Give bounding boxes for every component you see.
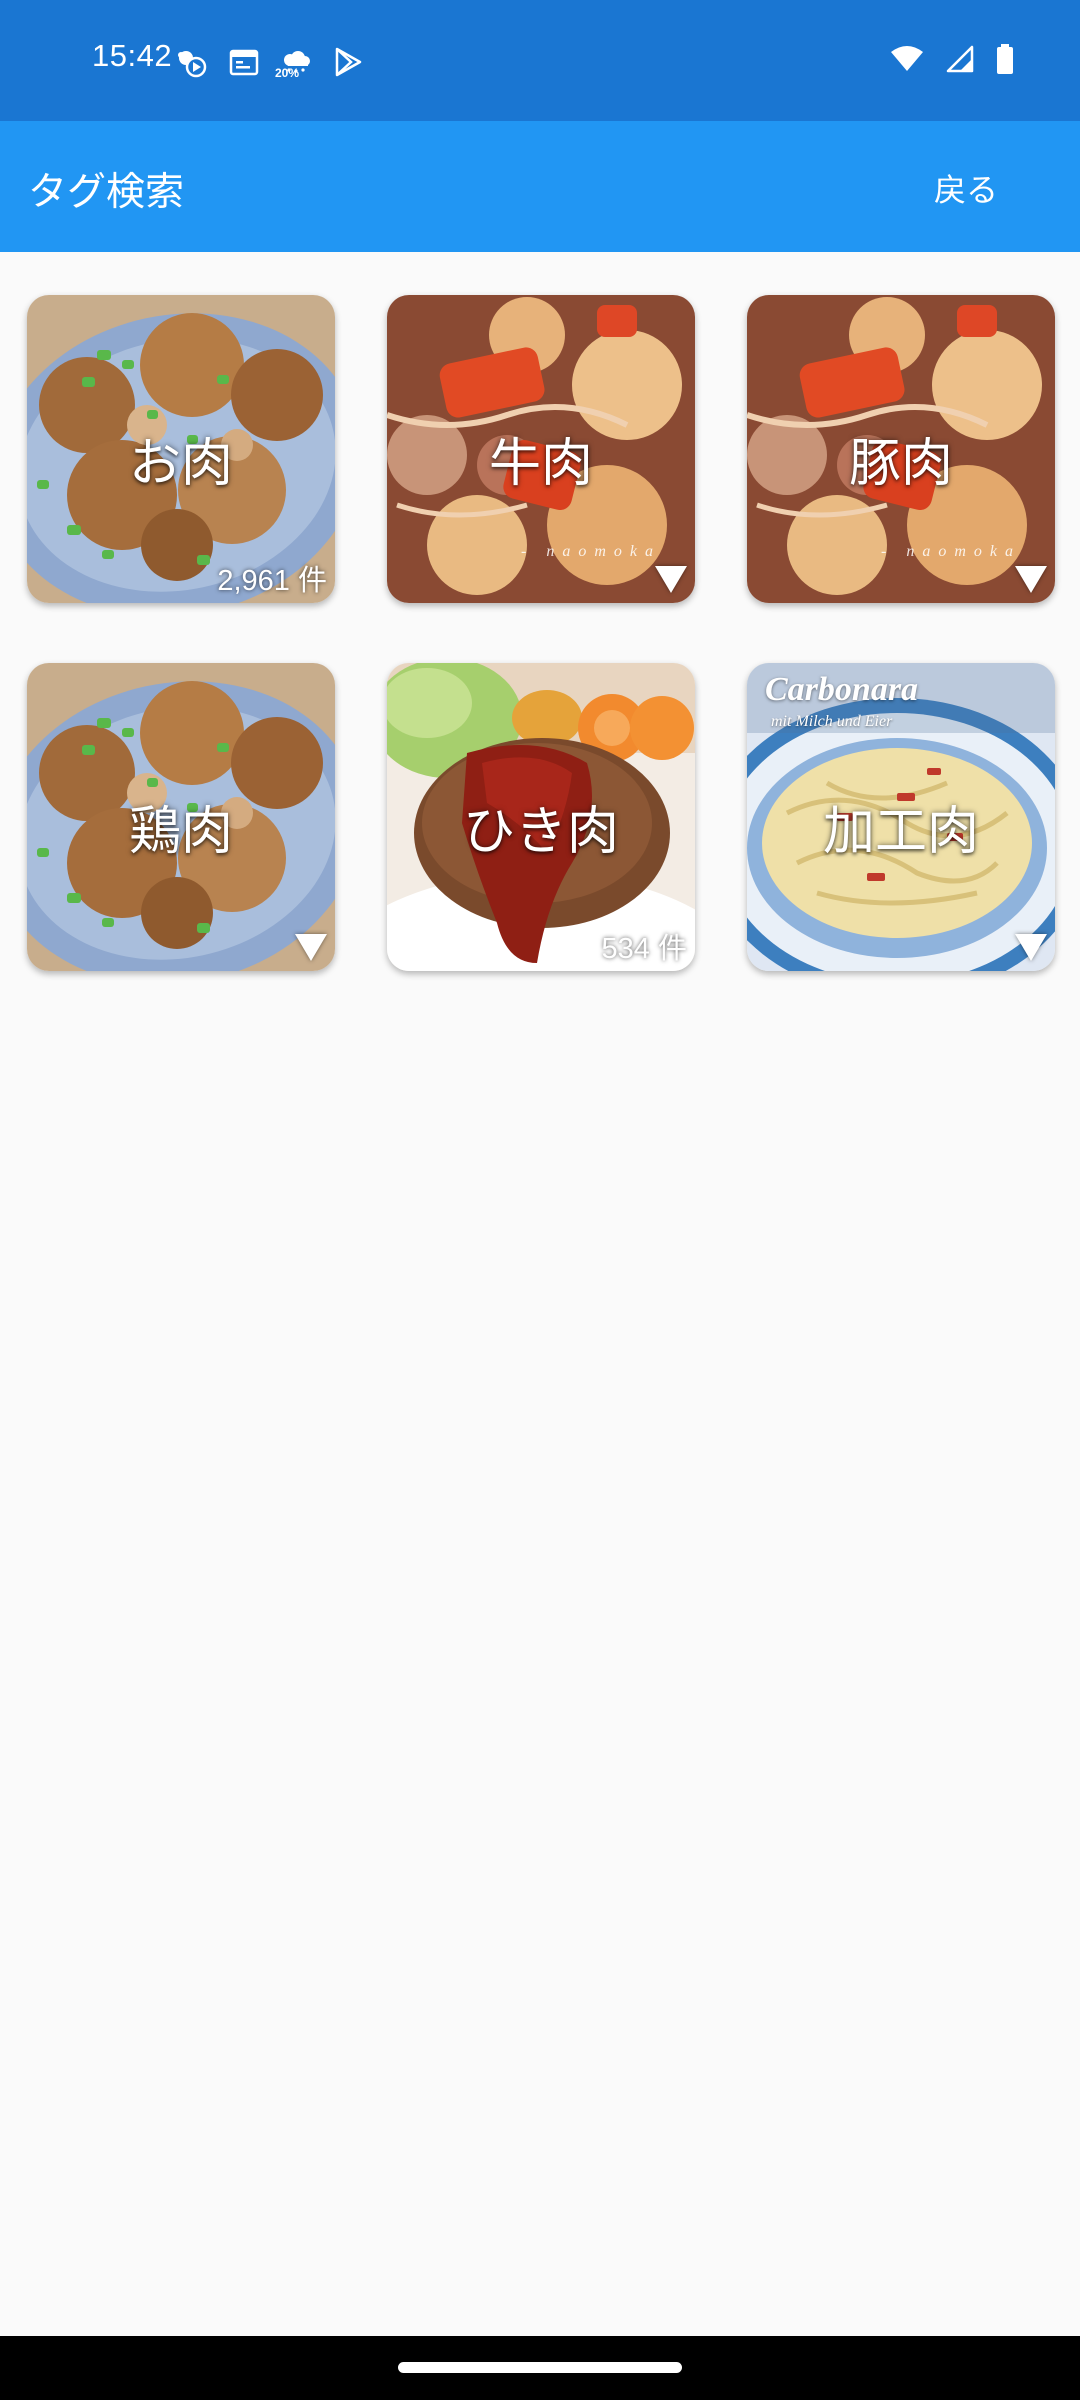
tag-card-ground-meat[interactable]: ひき肉 534 件 (387, 663, 695, 971)
tag-label: ひき肉 (462, 802, 619, 862)
app-bar: タグ検索 戻る (0, 121, 1080, 252)
photo-subtitle-text: mit Milch und Eier (771, 713, 893, 730)
calendar-icon (229, 47, 259, 77)
tag-card-pork[interactable]: - naomoka 豚肉 (747, 295, 1055, 603)
tag-count: 534 件 (601, 933, 687, 965)
photo-watermark: - naomoka (521, 543, 661, 560)
weather-sync-icon (175, 45, 209, 79)
wifi-icon (890, 45, 924, 73)
expand-arrow-icon[interactable] (655, 566, 687, 593)
home-gesture-handle[interactable] (398, 2362, 682, 2373)
tag-card-meat[interactable]: お肉 2,961 件 (27, 295, 335, 603)
photo-watermark: - naomoka (881, 543, 1021, 560)
tag-card-chicken[interactable]: 鶏肉 (27, 663, 335, 971)
photo-title-text: Carbonara (765, 671, 919, 708)
back-button[interactable]: 戻る (934, 165, 998, 211)
expand-arrow-icon[interactable] (1015, 934, 1047, 961)
page-title: タグ検索 (28, 170, 185, 215)
tag-label: 豚肉 (848, 434, 953, 494)
status-icons-left (175, 42, 363, 82)
tag-count: 2,961 件 (217, 565, 327, 597)
expand-arrow-icon[interactable] (295, 934, 327, 961)
tag-grid: お肉 2,961 件 - naomoka 牛肉 - naomoka 豚肉 鶏肉 … (27, 295, 1057, 971)
tag-label: 牛肉 (488, 434, 593, 494)
expand-arrow-icon[interactable] (1015, 566, 1047, 593)
tag-label: 加工肉 (822, 802, 979, 862)
status-bar: 15:42 20% (0, 0, 1080, 121)
tag-label: お肉 (128, 434, 233, 494)
weather-percent: 20% (275, 66, 300, 80)
status-time: 15:42 (92, 38, 173, 73)
tag-card-beef[interactable]: - naomoka 牛肉 (387, 295, 695, 603)
status-icons-right (890, 44, 1014, 74)
navigation-bar (0, 2336, 1080, 2400)
battery-icon (996, 44, 1014, 74)
signal-icon (946, 45, 974, 73)
tag-label: 鶏肉 (128, 802, 233, 862)
tag-card-processed-meat[interactable]: Carbonara mit Milch und Eier 加工肉 (747, 663, 1055, 971)
play-store-icon (333, 46, 363, 78)
